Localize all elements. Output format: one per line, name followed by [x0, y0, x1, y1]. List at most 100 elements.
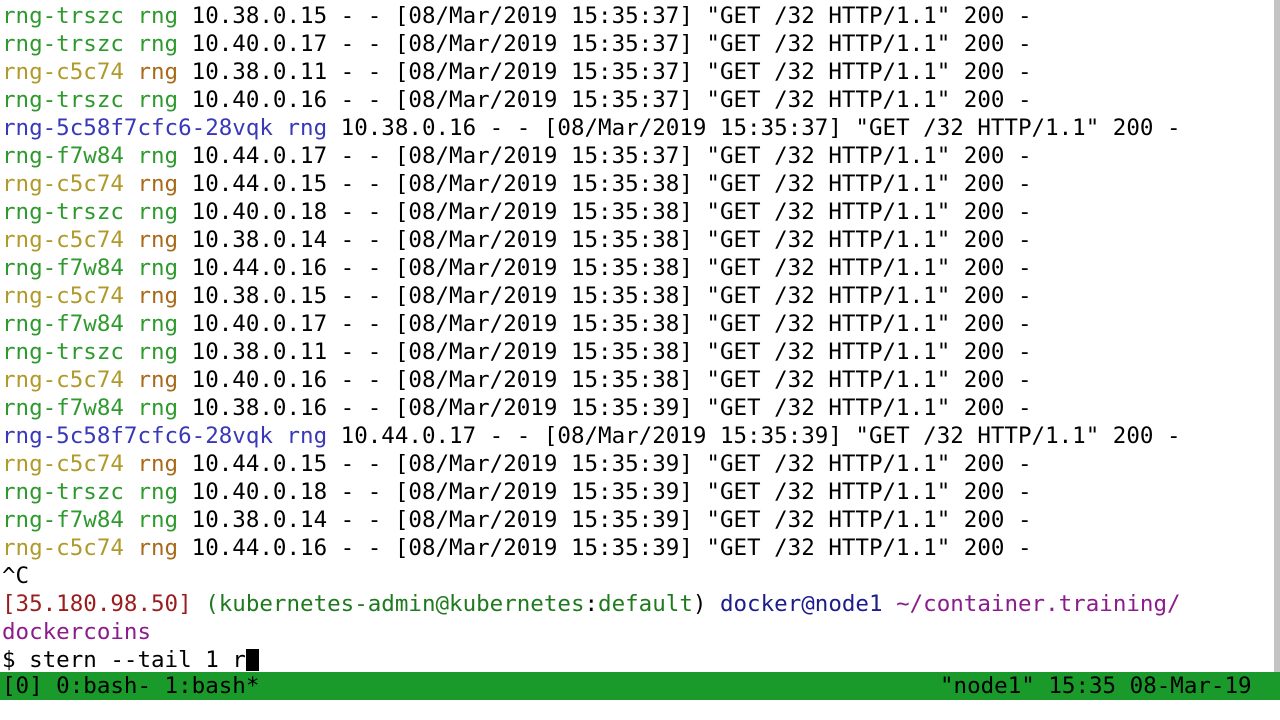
prompt-context-open: ( [191, 591, 219, 617]
log-pod-name: rng-c5c74 [2, 171, 124, 197]
log-container-name: rng [137, 87, 179, 113]
log-pod-name: rng-c5c74 [2, 59, 124, 85]
log-line: rng-5c58f7cfc6-28vqk rng 10.44.0.17 - - … [2, 422, 1276, 450]
log-pod-name: rng-trszc [2, 339, 124, 365]
log-line: rng-c5c74 rng 10.38.0.15 - - [08/Mar/201… [2, 282, 1276, 310]
log-message: 10.44.0.16 - - [08/Mar/2019 15:35:39] "G… [178, 535, 1032, 561]
prompt-context-close: ) [692, 591, 707, 617]
log-container-name: rng [137, 59, 179, 85]
log-line: rng-c5c74 rng 10.38.0.11 - - [08/Mar/201… [2, 58, 1276, 86]
log-message: 10.44.0.15 - - [08/Mar/2019 15:35:39] "G… [178, 451, 1032, 477]
tmux-status-bar: [0] 0:bash- 1:bash* "node1" 15:35 08-Mar… [0, 672, 1280, 700]
log-pod-name: rng-c5c74 [2, 451, 124, 477]
prompt-context-sep: : [584, 591, 599, 617]
log-line: rng-trszc rng 10.40.0.16 - - [08/Mar/201… [2, 86, 1276, 114]
scrollbar-thumb[interactable] [1274, 0, 1280, 672]
log-container-name: rng [137, 367, 179, 393]
log-line: rng-trszc rng 10.40.0.18 - - [08/Mar/201… [2, 478, 1276, 506]
log-pod-name: rng-f7w84 [2, 507, 124, 533]
log-container-name: rng [137, 451, 179, 477]
log-pod-name: rng-5c58f7cfc6-28vqk [2, 115, 273, 141]
log-pod-name: rng-trszc [2, 3, 124, 29]
log-pod-name: rng-c5c74 [2, 367, 124, 393]
log-message: 10.40.0.16 - - [08/Mar/2019 15:35:37] "G… [178, 87, 1032, 113]
log-container-name: rng [137, 507, 179, 533]
command-input[interactable]: stern --tail 1 r [29, 647, 246, 673]
log-message: 10.38.0.15 - - [08/Mar/2019 15:35:37] "G… [178, 3, 1032, 29]
log-container-name: rng [137, 31, 179, 57]
log-message: 10.40.0.18 - - [08/Mar/2019 15:35:38] "G… [178, 199, 1032, 225]
log-pod-name: rng-f7w84 [2, 311, 124, 337]
log-container-name: rng [137, 395, 179, 421]
log-message: 10.38.0.16 - - [08/Mar/2019 15:35:39] "G… [178, 395, 1032, 421]
log-pod-name: rng-c5c74 [2, 227, 124, 253]
log-container-name: rng [137, 535, 179, 561]
prompt-line: [35.180.98.50] (kubernetes-admin@kuberne… [2, 590, 1276, 618]
log-pod-name: rng-c5c74 [2, 283, 124, 309]
log-container-name: rng [286, 115, 328, 141]
log-line: rng-c5c74 rng 10.38.0.14 - - [08/Mar/201… [2, 226, 1276, 254]
log-container-name: rng [137, 3, 179, 29]
prompt-path-continuation: dockercoins [2, 618, 1276, 646]
log-pod-name: rng-trszc [2, 87, 124, 113]
log-line: rng-c5c74 rng 10.44.0.16 - - [08/Mar/201… [2, 534, 1276, 562]
interrupt-line: ^C [2, 562, 1276, 590]
log-pod-name: rng-trszc [2, 31, 124, 57]
prompt-path: ~/container.training/ [882, 591, 1181, 617]
log-message: 10.40.0.18 - - [08/Mar/2019 15:35:39] "G… [178, 479, 1032, 505]
prompt-context-user: kubernetes-admin@kubernetes [218, 591, 585, 617]
prompt-path-cont: dockercoins [2, 619, 152, 645]
log-pod-name: rng-f7w84 [2, 255, 124, 281]
log-line: rng-f7w84 rng 10.44.0.17 - - [08/Mar/201… [2, 142, 1276, 170]
scrollbar[interactable] [1274, 0, 1280, 672]
log-line: rng-trszc rng 10.40.0.17 - - [08/Mar/201… [2, 30, 1276, 58]
log-message: 10.40.0.17 - - [08/Mar/2019 15:35:37] "G… [178, 31, 1032, 57]
log-line: rng-trszc rng 10.38.0.11 - - [08/Mar/201… [2, 338, 1276, 366]
log-line: rng-f7w84 rng 10.38.0.14 - - [08/Mar/201… [2, 506, 1276, 534]
log-container-name: rng [137, 311, 179, 337]
text-cursor [245, 649, 259, 671]
log-message: 10.38.0.14 - - [08/Mar/2019 15:35:39] "G… [178, 507, 1032, 533]
log-container-name: rng [137, 143, 179, 169]
log-line: rng-c5c74 rng 10.40.0.16 - - [08/Mar/201… [2, 366, 1276, 394]
log-message: 10.38.0.14 - - [08/Mar/2019 15:35:38] "G… [178, 227, 1032, 253]
log-container-name: rng [286, 423, 328, 449]
log-pod-name: rng-trszc [2, 479, 124, 505]
log-container-name: rng [137, 227, 179, 253]
log-pod-name: rng-trszc [2, 199, 124, 225]
log-message: 10.38.0.16 - - [08/Mar/2019 15:35:37] "G… [327, 115, 1181, 141]
log-pod-name: rng-c5c74 [2, 535, 124, 561]
interrupt-text: ^C [2, 563, 30, 589]
log-container-name: rng [137, 339, 179, 365]
terminal-window[interactable]: rng-trszc rng 10.38.0.15 - - [08/Mar/201… [0, 0, 1280, 720]
log-message: 10.38.0.11 - - [08/Mar/2019 15:35:37] "G… [178, 59, 1032, 85]
log-line: rng-f7w84 rng 10.40.0.17 - - [08/Mar/201… [2, 310, 1276, 338]
log-line: rng-f7w84 rng 10.38.0.16 - - [08/Mar/201… [2, 394, 1276, 422]
log-container-name: rng [137, 283, 179, 309]
log-line: rng-5c58f7cfc6-28vqk rng 10.38.0.16 - - … [2, 114, 1276, 142]
prompt-ip: [35.180.98.50] [2, 591, 192, 617]
log-line: rng-trszc rng 10.38.0.15 - - [08/Mar/201… [2, 2, 1276, 30]
log-container-name: rng [137, 199, 179, 225]
log-pod-name: rng-f7w84 [2, 143, 124, 169]
command-line[interactable]: $ stern --tail 1 r [2, 646, 1276, 674]
log-message: 10.40.0.16 - - [08/Mar/2019 15:35:38] "G… [178, 367, 1032, 393]
tmux-status-right: "node1" 15:35 08-Mar-19 [940, 673, 1252, 699]
tmux-window-list[interactable]: [0] 0:bash- 1:bash* [2, 672, 259, 700]
prompt-symbol: $ [2, 647, 30, 673]
log-message: 10.44.0.15 - - [08/Mar/2019 15:35:38] "G… [178, 171, 1032, 197]
log-container-name: rng [137, 171, 179, 197]
log-message: 10.44.0.17 - - [08/Mar/2019 15:35:37] "G… [178, 143, 1032, 169]
log-pod-name: rng-5c58f7cfc6-28vqk [2, 423, 273, 449]
log-message: 10.38.0.15 - - [08/Mar/2019 15:35:38] "G… [178, 283, 1032, 309]
log-message: 10.38.0.11 - - [08/Mar/2019 15:35:38] "G… [178, 339, 1032, 365]
log-message: 10.44.0.17 - - [08/Mar/2019 15:35:39] "G… [327, 423, 1181, 449]
prompt-context-namespace: default [598, 591, 693, 617]
log-container-name: rng [137, 255, 179, 281]
log-message: 10.44.0.16 - - [08/Mar/2019 15:35:38] "G… [178, 255, 1032, 281]
log-line: rng-trszc rng 10.40.0.18 - - [08/Mar/201… [2, 198, 1276, 226]
log-line: rng-c5c74 rng 10.44.0.15 - - [08/Mar/201… [2, 450, 1276, 478]
log-pod-name: rng-f7w84 [2, 395, 124, 421]
log-message: 10.40.0.17 - - [08/Mar/2019 15:35:38] "G… [178, 311, 1032, 337]
log-line: rng-c5c74 rng 10.44.0.15 - - [08/Mar/201… [2, 170, 1276, 198]
